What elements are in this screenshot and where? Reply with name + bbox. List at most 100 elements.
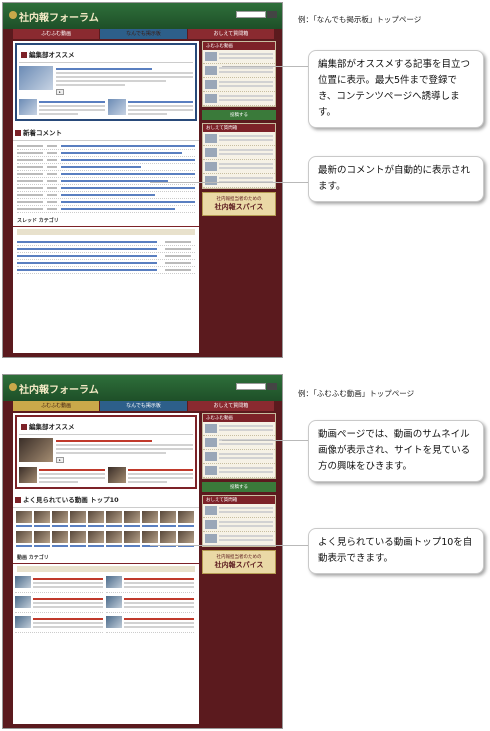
list-item[interactable]: [15, 576, 103, 593]
list-item[interactable]: [203, 78, 275, 92]
spice-banner-title: 社内報スパイス: [214, 202, 264, 211]
callout-editor-pick: 編集部がオススメする記事を目立つ位置に表示。最大5件まで登録でき、コンテンツペー…: [308, 50, 484, 128]
tab-video[interactable]: ふむふむ動画: [13, 401, 100, 411]
read-more-button[interactable]: ▸: [56, 89, 64, 95]
list-item[interactable]: [17, 171, 195, 178]
spice-banner-title: 社内報スパイス: [214, 560, 264, 569]
site-logo[interactable]: 社内報フォーラム: [19, 381, 99, 396]
featured-article[interactable]: ▸: [19, 66, 193, 95]
list-item[interactable]: [203, 174, 275, 188]
search-button[interactable]: [267, 383, 277, 390]
video-top-screenshot: 社内報フォーラム ふむふむ動画 なんでも掲示板 おしえて質問箱 編集部オススメ …: [2, 374, 283, 729]
side-qa-box: おしえて質問箱: [202, 123, 276, 189]
video-tile[interactable]: [70, 511, 86, 529]
video-tile[interactable]: [160, 511, 176, 529]
table-row[interactable]: [17, 239, 195, 246]
site-logo[interactable]: 社内報フォーラム: [19, 9, 99, 24]
video-tile[interactable]: [124, 511, 140, 529]
list-item[interactable]: [17, 192, 195, 199]
list-item[interactable]: [15, 596, 103, 613]
video-tile[interactable]: [178, 531, 194, 549]
featured-video[interactable]: [19, 467, 105, 485]
side-qa-head: おしえて質問箱: [203, 124, 275, 132]
video-tile[interactable]: [88, 531, 104, 549]
search-input[interactable]: [236, 11, 266, 18]
list-item[interactable]: [17, 185, 195, 192]
tab-board[interactable]: なんでも掲示板: [100, 401, 187, 411]
video-tile[interactable]: [106, 511, 122, 529]
table-row[interactable]: [17, 253, 195, 260]
video-tile[interactable]: [16, 531, 32, 549]
list-item[interactable]: [17, 206, 195, 213]
featured-thumbnail[interactable]: [19, 66, 53, 90]
list-item[interactable]: [17, 164, 195, 171]
list-item[interactable]: [203, 146, 275, 160]
list-item[interactable]: [203, 436, 275, 450]
search-button[interactable]: [267, 11, 277, 18]
list-item[interactable]: [203, 450, 275, 464]
video-tile[interactable]: [160, 531, 176, 549]
editor-pick-box: 編集部オススメ ▸: [15, 415, 197, 489]
editor-pick-box: 編集部オススメ ▸: [15, 43, 197, 121]
featured-article[interactable]: [19, 99, 105, 117]
list-item[interactable]: [203, 504, 275, 518]
video-tile[interactable]: [34, 511, 50, 529]
list-item[interactable]: [203, 422, 275, 436]
tab-qa[interactable]: おしえて質問箱: [187, 401, 274, 411]
list-item[interactable]: [203, 132, 275, 146]
list-item[interactable]: [17, 199, 195, 206]
video-tile[interactable]: [52, 531, 68, 549]
video-tile[interactable]: [16, 511, 32, 529]
main-content: 編集部オススメ ▸ よく見られている動画 トップ10 動画 カテゴリ: [13, 413, 199, 724]
post-button[interactable]: 投稿する: [202, 482, 276, 492]
list-item[interactable]: [106, 596, 194, 613]
list-item[interactable]: [203, 518, 275, 532]
watch-button[interactable]: ▸: [56, 457, 64, 463]
caption-board: 例：「なんでも掲示板」トップページ: [298, 15, 422, 24]
caption-video: 例：「ふむふむ動画」トップページ: [298, 389, 415, 398]
spice-banner[interactable]: 社内報担当者のための 社内報スパイス: [202, 550, 276, 574]
list-item[interactable]: [203, 92, 275, 106]
table-row[interactable]: [17, 260, 195, 267]
search-input[interactable]: [236, 383, 266, 390]
list-item[interactable]: [15, 616, 103, 633]
video-thumbnail[interactable]: [19, 438, 53, 462]
side-video-head: ふむふむ動画: [203, 414, 275, 422]
post-button[interactable]: 投稿する: [202, 110, 276, 120]
list-item[interactable]: [106, 616, 194, 633]
side-video-box: ふむふむ動画: [202, 413, 276, 479]
side-qa-box: おしえて質問箱: [202, 495, 276, 547]
featured-article[interactable]: [107, 99, 193, 117]
tab-video[interactable]: ふむふむ動画: [13, 29, 100, 39]
list-item[interactable]: [203, 50, 275, 64]
list-item[interactable]: [17, 157, 195, 164]
list-item[interactable]: [203, 464, 275, 478]
spice-banner[interactable]: 社内報担当者のための 社内報スパイス: [202, 192, 276, 216]
logo-icon: [9, 383, 17, 391]
side-video-box: ふむふむ動画: [202, 41, 276, 107]
editor-pick-title: 編集部オススメ: [29, 51, 75, 59]
list-item[interactable]: [17, 143, 195, 150]
global-nav: ふむふむ動画 なんでも掲示板 おしえて質問箱: [13, 29, 275, 39]
video-tile[interactable]: [106, 531, 122, 549]
editor-pick-title: 編集部オススメ: [29, 423, 75, 431]
featured-video[interactable]: [107, 467, 193, 485]
list-item[interactable]: [203, 160, 275, 174]
list-item[interactable]: [203, 532, 275, 546]
video-tile[interactable]: [52, 511, 68, 529]
tab-board[interactable]: なんでも掲示板: [100, 29, 187, 39]
video-tile[interactable]: [142, 511, 158, 529]
tab-qa[interactable]: おしえて質問箱: [187, 29, 274, 39]
featured-video[interactable]: ▸: [19, 438, 193, 463]
list-item[interactable]: [106, 576, 194, 593]
video-tile[interactable]: [142, 531, 158, 549]
video-tile[interactable]: [88, 511, 104, 529]
table-row[interactable]: [17, 267, 195, 274]
list-item[interactable]: [17, 150, 195, 157]
table-row[interactable]: [17, 246, 195, 253]
video-tile[interactable]: [70, 531, 86, 549]
video-tile[interactable]: [124, 531, 140, 549]
callout-new-comments: 最新のコメントが自動的に表示されます。: [308, 156, 484, 202]
video-tile[interactable]: [34, 531, 50, 549]
video-tile[interactable]: [178, 511, 194, 529]
